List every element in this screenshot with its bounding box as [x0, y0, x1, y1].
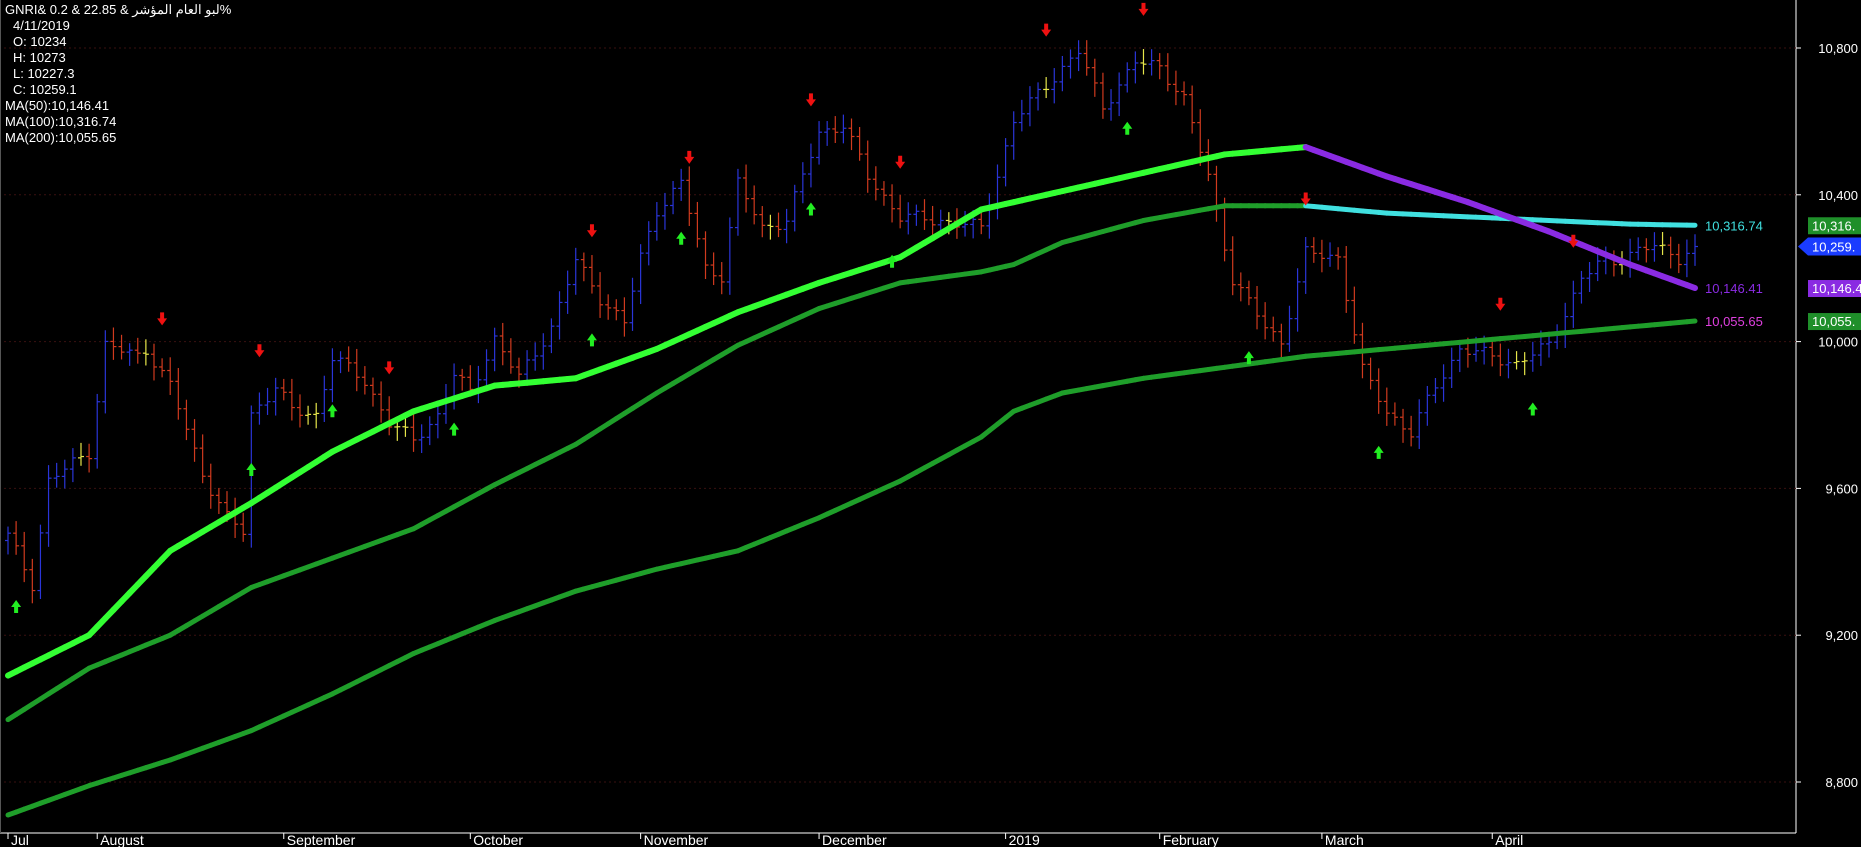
ma200-line	[1684, 318, 1698, 325]
low-value: L: 10227.3	[13, 66, 75, 81]
x-tick-label: November	[644, 832, 709, 847]
down-signal-arrow	[384, 361, 395, 375]
up-signal-arrow	[246, 463, 257, 477]
y-tick-label: 10,400	[1818, 188, 1858, 203]
up-signal-arrow	[449, 422, 460, 436]
y-tick-label: 9,600	[1825, 481, 1858, 496]
down-signal-arrow	[895, 155, 906, 169]
chart-area: 10,800 10,400 10,000 9,600 9,200 8,800 Jul Augu…	[0, 0, 1861, 847]
close-value: C: 10259.1	[13, 82, 77, 97]
x-tick-label: April	[1495, 832, 1523, 847]
down-signal-arrow	[1041, 23, 1052, 37]
symbol-line: GNRI& لبو العام المؤشر & 22.85 & 0.2%	[5, 2, 232, 17]
up-signal-arrow	[1373, 445, 1384, 459]
x-tick-label: December	[822, 832, 887, 847]
up-signal-arrow	[1527, 402, 1538, 416]
series-box-label: 10,316.	[1812, 218, 1855, 233]
series-box-label: 10,146.4	[1812, 281, 1861, 296]
up-signal-arrow	[586, 333, 597, 347]
series-last-label: 10,055.65	[1705, 314, 1763, 329]
x-tick-label: Jul	[11, 832, 29, 847]
ohlc-info-panel: GNRI& لبو العام المؤشر & 22.85 & 0.2% 4/…	[5, 2, 231, 146]
x-tick-label: February	[1163, 832, 1219, 847]
x-tick-label: 2019	[1009, 832, 1040, 847]
ma100-value: MA(100):10,316.74	[5, 114, 117, 129]
last-price-label: 10,259.	[1812, 240, 1855, 255]
up-signal-arrow	[676, 231, 687, 245]
x-tick-label: August	[100, 832, 144, 847]
y-tick-label: 8,800	[1825, 775, 1858, 790]
series-last-label: 10,146.41	[1705, 281, 1763, 296]
y-tick-label: 10,800	[1818, 41, 1858, 56]
y-tick-label: 9,200	[1825, 628, 1858, 643]
down-signal-arrow	[1495, 297, 1506, 311]
up-signal-arrow	[11, 600, 22, 614]
down-signal-arrow	[254, 344, 265, 358]
series-last-label: 10,316.74	[1705, 218, 1763, 233]
open-value: O: 10234	[13, 34, 67, 49]
down-signal-arrow	[805, 93, 816, 107]
series-box-label: 10,055.	[1812, 314, 1855, 329]
ma50-line	[1683, 282, 1698, 292]
ma200-value: MA(200):10,055.65	[5, 130, 117, 145]
up-signal-arrow	[805, 202, 816, 216]
down-signal-arrow	[157, 312, 168, 326]
high-value: H: 10273	[13, 50, 66, 65]
up-signal-arrow	[327, 404, 338, 418]
down-signal-arrow	[1138, 2, 1149, 16]
up-signal-arrow	[1122, 121, 1133, 135]
ma50-value: MA(50):10,146.41	[5, 98, 110, 113]
date-label: 4/11/2019	[13, 18, 70, 33]
down-signal-arrow	[684, 150, 695, 164]
down-signal-arrow	[586, 224, 597, 238]
x-tick-label: September	[287, 832, 356, 847]
y-tick-label: 10,000	[1818, 335, 1858, 350]
x-tick-label: October	[473, 832, 523, 847]
x-tick-label: March	[1325, 832, 1364, 847]
